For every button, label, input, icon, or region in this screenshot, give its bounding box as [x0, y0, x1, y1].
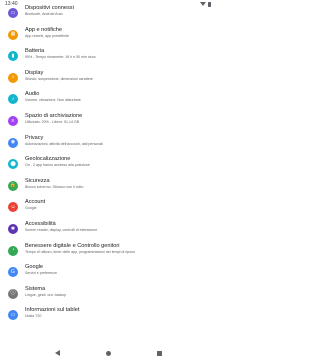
wellbeing-icon: ◔ — [8, 245, 18, 256]
settings-item-subtitle: App recenti, app predefinite — [25, 33, 69, 38]
settings-item-title: Sicurezza — [25, 177, 50, 184]
settings-item-subtitle: 95% - Tempo rimanente: 16 h e 50 min cir… — [25, 55, 96, 60]
settings-item-apps[interactable]: ▦ App e notifiche App recenti, app predefi… — [0, 24, 216, 46]
settings-item-text: Geolocalizzazione On - 2 app hanno access… — [25, 156, 210, 168]
settings-item-text: Spazio di archiviazione Utilizzato: 20% -… — [25, 113, 210, 125]
settings-item-wellbeing[interactable]: ◔ Benessere digitale e Controllo genitori… — [0, 240, 216, 262]
settings-item-subtitle: Bluetooth, Android Auto — [25, 12, 63, 16]
settings-item-title: Audio — [25, 91, 40, 98]
security-icon: 🔒 — [8, 180, 18, 191]
navigation-bar — [0, 346, 216, 360]
settings-item-text: Sistema Lingue, gesti, ora, backup — [25, 286, 210, 298]
settings-item-text: App e notifiche App recenti, app predefin… — [25, 27, 210, 39]
info-icon: ▭ — [8, 310, 18, 321]
settings-item-title: Google — [25, 264, 44, 271]
recent-apps-icon[interactable] — [156, 350, 162, 356]
apps-icon: ▦ — [8, 29, 18, 40]
settings-item-title: Batteria — [25, 48, 45, 55]
settings-item-account[interactable]: ☺ Account Google — [0, 196, 216, 218]
settings-item-title: Informazioni sul tablet — [25, 307, 80, 314]
settings-item-title: Dispositivi connessi — [25, 5, 74, 11]
battery-icon: ▮ — [8, 51, 18, 62]
devices-icon: ▭ — [8, 8, 18, 18]
settings-item-subtitle: Google — [25, 206, 37, 211]
settings-item-subtitle: Volume, vibrazione, Non disturbare — [25, 98, 81, 103]
settings-item-title: Privacy — [25, 134, 44, 141]
settings-item-subtitle: Tempo di utilizzo, timer delle app, prog… — [25, 249, 136, 254]
settings-item-text: Privacy Autorizzazioni, attività dell'acc… — [25, 135, 210, 147]
settings-item-title: Geolocalizzazione — [25, 156, 71, 163]
settings-item-battery[interactable]: ▮ Batteria 95% - Tempo rimanente: 16 h e 5… — [0, 45, 216, 67]
settings-item-title: Sistema — [25, 285, 46, 292]
settings-item-text: Batteria 95% - Tempo rimanente: 16 h e 50… — [25, 48, 210, 60]
settings-item-privacy[interactable]: ◉ Privacy Autorizzazioni, attività dell'ac… — [0, 132, 216, 154]
settings-item-location[interactable]: ⬤ Geolocalizzazione On - 2 app hanno acces… — [0, 153, 216, 175]
settings-item-text: Audio Volume, vibrazione, Non disturbare — [25, 91, 210, 103]
settings-item-google[interactable]: G Google Servizi e preferenze — [0, 261, 216, 283]
settings-item-info[interactable]: ▭ Informazioni sul tablet Nokia T20 — [0, 304, 216, 326]
settings-item-subtitle: Utilizzato: 20% - Libero: 51,14 GB — [25, 120, 80, 124]
settings-item-text: Benessere digitale e Controllo genitori T… — [25, 243, 210, 255]
settings-item-title: Account — [25, 199, 46, 206]
settings-item-title: Accessibilità — [25, 221, 56, 227]
settings-item-subtitle: Lingue, gesti, ora, backup — [25, 292, 67, 297]
settings-item-subtitle: On - 2 app hanno accesso alla posizione — [25, 163, 90, 168]
account-icon: ☺ — [8, 202, 18, 213]
settings-item-text: Accessibilità Screen reader, display, con… — [25, 221, 210, 233]
settings-item-accessibility[interactable]: ✱ Accessibilità Screen reader, display, co… — [0, 218, 216, 240]
display-icon: ☼ — [8, 72, 18, 83]
settings-item-subtitle: Blocco schermo, Sblocco con il volto — [25, 184, 84, 189]
settings-item-display[interactable]: ☼ Display Sfondo, sospensione, dimensioni … — [0, 67, 216, 89]
settings-item-text: Account Google — [25, 199, 210, 211]
settings-item-title: Spazio di archiviazione — [25, 113, 83, 119]
location-icon: ⬤ — [8, 159, 18, 170]
settings-item-audio[interactable]: ♪ Audio Volume, vibrazione, Non disturbare — [0, 88, 216, 110]
google-icon: G — [8, 267, 18, 278]
settings-item-text: Informazioni sul tablet Nokia T20 — [25, 307, 210, 319]
privacy-icon: ◉ — [8, 137, 18, 148]
settings-item-subtitle: Nokia T20 — [25, 314, 42, 319]
settings-item-title: Benessere digitale e Controllo genitori — [25, 242, 120, 249]
home-icon[interactable] — [105, 350, 111, 356]
back-icon[interactable] — [54, 350, 60, 356]
settings-item-text: Sicurezza Blocco schermo, Sblocco con il … — [25, 178, 210, 190]
settings-item-subtitle: Servizi e preferenze — [25, 271, 57, 276]
audio-icon: ♪ — [8, 94, 18, 105]
settings-item-text: Google Servizi e preferenze — [25, 264, 210, 276]
system-icon: ⓘ — [8, 288, 18, 299]
settings-item-title: Display — [25, 69, 44, 76]
settings-item-subtitle: Sfondo, sospensione, dimensioni caratter… — [25, 76, 93, 81]
storage-icon: ≡ — [8, 116, 18, 126]
accessibility-icon: ✱ — [8, 224, 18, 234]
settings-item-subtitle: Screen reader, display, controlli di int… — [25, 228, 98, 232]
settings-item-security[interactable]: 🔒 Sicurezza Blocco schermo, Sblocco con il… — [0, 175, 216, 197]
settings-item-title: App e notifiche — [25, 26, 63, 33]
settings-item-devices[interactable]: ▭ Dispositivi connessi Bluetooth, Android … — [0, 2, 216, 24]
settings-item-system[interactable]: ⓘ Sistema Lingue, gesti, ora, backup — [0, 283, 216, 305]
settings-item-text: Dispositivi connessi Bluetooth, Android A… — [25, 5, 210, 17]
settings-item-storage[interactable]: ≡ Spazio di archiviazione Utilizzato: 20% … — [0, 110, 216, 132]
settings-item-subtitle: Autorizzazioni, attività dell'account, d… — [25, 141, 103, 146]
settings-item-text: Display Sfondo, sospensione, dimensioni c… — [25, 70, 210, 82]
